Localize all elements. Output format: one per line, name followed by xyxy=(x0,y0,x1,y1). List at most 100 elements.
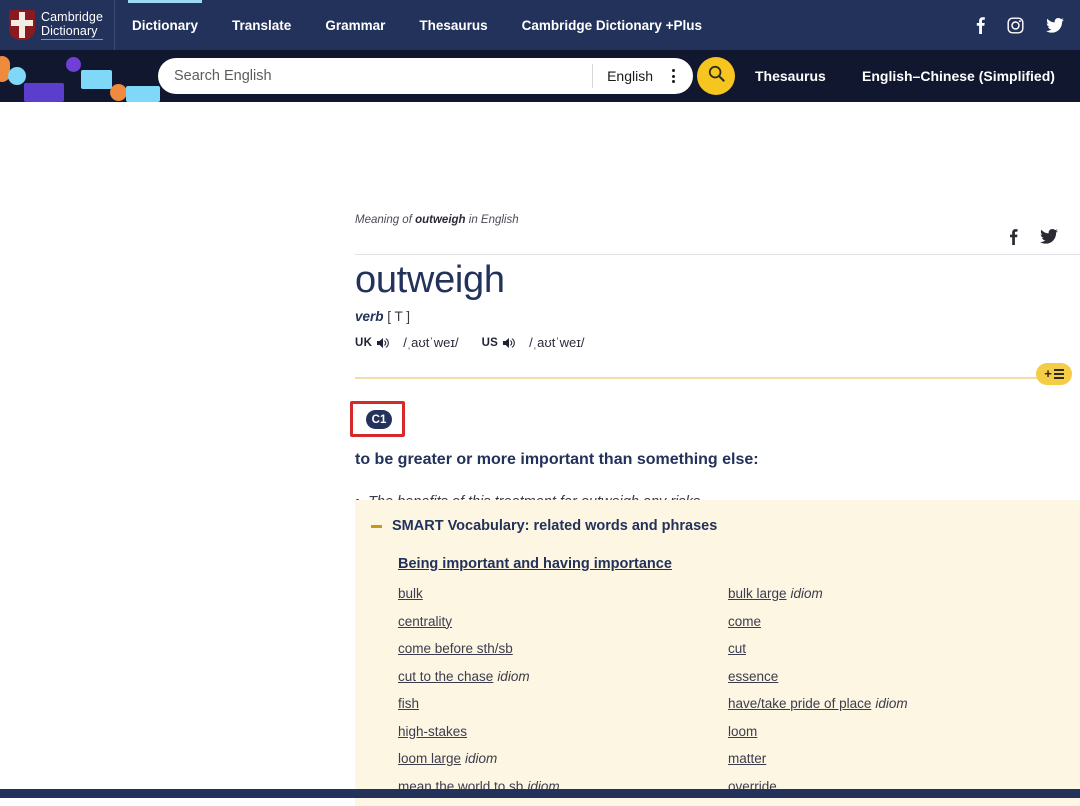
list-item: centrality xyxy=(398,614,728,642)
nav-item-plus[interactable]: Cambridge Dictionary +Plus xyxy=(505,0,719,50)
cefr-level-wrapper: C1 xyxy=(355,401,1080,437)
nav-item-thesaurus-label: Thesaurus xyxy=(419,18,487,33)
smart-vocabulary-heading: SMART Vocabulary: related words and phra… xyxy=(392,518,717,534)
entry-divider xyxy=(355,254,1080,255)
grammar-label: [ T ] xyxy=(387,309,410,324)
speaker-icon-us[interactable] xyxy=(503,337,516,349)
list-item: loom xyxy=(728,724,1058,752)
vocab-link[interactable]: have/take pride of place xyxy=(728,696,871,711)
vocab-link[interactable]: bulk large xyxy=(728,586,787,601)
list-item: have/take pride of place idiom xyxy=(728,696,1058,724)
strip-link-thesaurus-label: Thesaurus xyxy=(755,68,826,84)
plus-icon: + xyxy=(1044,369,1052,379)
cambridge-dictionary-logo[interactable]: Cambridge Dictionary xyxy=(0,0,115,50)
nav-item-grammar-label: Grammar xyxy=(325,18,385,33)
search-submit-button[interactable] xyxy=(697,57,735,95)
ipa-us: /ˌaʊtˈweɪ/ xyxy=(529,335,584,350)
vocab-link[interactable]: high-stakes xyxy=(398,724,467,739)
vocab-link[interactable]: fish xyxy=(398,696,419,711)
pronunciation-region-uk: UK xyxy=(355,337,372,349)
list-item: fish xyxy=(398,696,728,724)
list-item: bulk xyxy=(398,586,728,614)
twitter-icon[interactable] xyxy=(1046,18,1064,33)
vocab-link[interactable]: loom large xyxy=(398,751,461,766)
pronunciation-line: UK /ˌaʊtˈweɪ/ US /ˌaʊtˈweɪ/ xyxy=(355,335,1080,350)
vocab-link[interactable]: bulk xyxy=(398,586,423,601)
list-item: high-stakes xyxy=(398,724,728,752)
instagram-icon[interactable] xyxy=(1007,17,1024,34)
smart-vocabulary-toggle[interactable]: SMART Vocabulary: related words and phra… xyxy=(355,518,1080,534)
smart-vocabulary-topic-link[interactable]: Being important and having importance xyxy=(398,556,672,572)
vocab-link[interactable]: cut xyxy=(728,641,746,656)
collapse-minus-icon xyxy=(371,525,382,528)
vocab-link[interactable]: matter xyxy=(728,751,766,766)
vocab-tag: idiom xyxy=(791,586,823,601)
breadcrumb-suffix: in English xyxy=(466,214,519,226)
strip-link-english-chinese[interactable]: English–Chinese (Simplified) xyxy=(862,50,1055,102)
nav-item-thesaurus[interactable]: Thesaurus xyxy=(402,0,504,50)
status-badge[interactable]: C1 xyxy=(366,410,392,429)
vocab-link[interactable]: centrality xyxy=(398,614,452,629)
cambridge-crest-icon xyxy=(9,10,35,40)
kebab-menu-icon[interactable] xyxy=(663,65,683,87)
breadcrumb-word: outweigh xyxy=(415,214,465,226)
list-item: cut xyxy=(728,641,1058,669)
deco-shape-purple-rect-1 xyxy=(24,83,64,102)
list-item: come before sth/sb xyxy=(398,641,728,669)
dictionary-entry: Meaning of outweigh in English outweigh … xyxy=(355,102,1080,512)
part-of-speech[interactable]: verb xyxy=(355,309,384,324)
nav-item-translate[interactable]: Translate xyxy=(215,0,308,50)
deco-shape-blue-circle xyxy=(8,67,26,85)
nav-item-translate-label: Translate xyxy=(232,18,291,33)
deco-shape-purple-circle xyxy=(66,57,81,72)
facebook-icon[interactable] xyxy=(976,16,985,34)
vocab-tag: idiom xyxy=(497,669,529,684)
list-item: come xyxy=(728,614,1058,642)
vocab-link[interactable]: loom xyxy=(728,724,757,739)
smart-vocabulary-column-right: bulk large idiom come cut essence have/ta… xyxy=(728,586,1058,806)
speaker-icon-uk[interactable] xyxy=(377,337,390,349)
pronunciation-region-us: US xyxy=(482,337,499,349)
deco-shape-orange-circle xyxy=(110,84,127,101)
vocab-link[interactable]: come before sth/sb xyxy=(398,641,513,656)
entry-breadcrumb: Meaning of outweigh in English xyxy=(355,102,1080,226)
brand-name: Cambridge Dictionary xyxy=(41,10,103,40)
breadcrumb-prefix: Meaning of xyxy=(355,214,415,226)
vocab-link[interactable]: essence xyxy=(728,669,778,684)
entry-share-buttons xyxy=(1009,228,1058,245)
deco-shape-cyan-rect-2 xyxy=(126,86,160,102)
part-of-speech-line: verb [ T ] xyxy=(355,309,1080,324)
search-icon xyxy=(708,65,725,87)
share-twitter-icon[interactable] xyxy=(1040,229,1058,244)
list-item: loom large idiom xyxy=(398,751,728,779)
vocab-tag: idiom xyxy=(465,751,497,766)
nav-item-dictionary-label: Dictionary xyxy=(132,18,198,33)
vocab-link[interactable]: cut to the chase xyxy=(398,669,493,684)
sense-header: + xyxy=(355,371,1080,387)
search-language-selector[interactable]: English xyxy=(593,68,663,84)
navbar-social-links xyxy=(976,0,1064,50)
deco-shape-cyan-rect-1 xyxy=(81,70,112,89)
list-item: cut to the chase idiom xyxy=(398,669,728,697)
add-to-word-list-button[interactable]: + xyxy=(1036,363,1072,385)
definition-text: to be greater or more important than som… xyxy=(355,449,1080,471)
smart-vocabulary-column-left: bulk centrality come before sth/sb cut t… xyxy=(398,586,728,806)
vocab-tag: idiom xyxy=(875,696,907,711)
list-item: essence xyxy=(728,669,1058,697)
list-item: matter xyxy=(728,751,1058,779)
top-navigation-bar: Cambridge Dictionary Dictionary Translat… xyxy=(0,0,1080,50)
smart-vocabulary-columns: bulk centrality come before sth/sb cut t… xyxy=(398,586,1058,806)
nav-item-plus-label: Cambridge Dictionary +Plus xyxy=(522,18,702,33)
strip-link-thesaurus[interactable]: Thesaurus xyxy=(755,50,826,102)
nav-item-dictionary[interactable]: Dictionary xyxy=(115,0,215,50)
bottom-bar xyxy=(0,789,1080,798)
share-facebook-icon[interactable] xyxy=(1009,228,1018,245)
search-input[interactable] xyxy=(158,59,592,93)
nav-item-grammar[interactable]: Grammar xyxy=(308,0,402,50)
primary-nav-links: Dictionary Translate Grammar Thesaurus C… xyxy=(115,0,719,50)
ipa-uk: /ˌaʊtˈweɪ/ xyxy=(403,335,458,350)
search-box: English xyxy=(158,58,693,94)
strip-link-english-chinese-label: English–Chinese (Simplified) xyxy=(862,68,1055,84)
list-icon xyxy=(1054,369,1064,378)
vocab-link[interactable]: come xyxy=(728,614,761,629)
